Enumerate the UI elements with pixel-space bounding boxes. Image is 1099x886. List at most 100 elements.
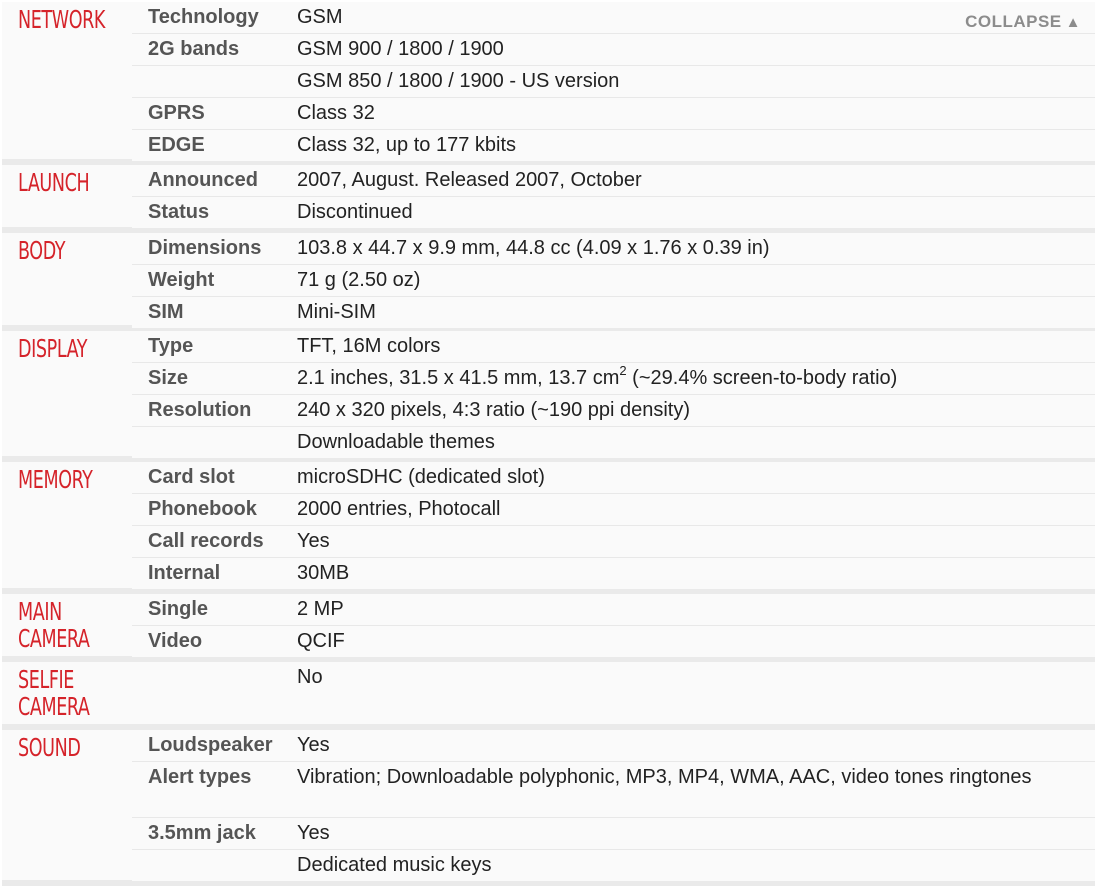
- spec-row: Single 2 MP: [132, 594, 1095, 626]
- spec-label[interactable]: Status: [132, 197, 297, 224]
- spec-value: 2 MP: [297, 598, 344, 620]
- spec-row: GPRS Class 32: [132, 98, 1095, 130]
- spec-value: No: [297, 666, 323, 688]
- section-title: MEMORY: [18, 465, 93, 494]
- spec-value: 2007, August. Released 2007, October: [297, 169, 642, 191]
- spec-row: Status Discontinued: [132, 197, 1095, 228]
- spec-label[interactable]: 3.5mm jack: [132, 818, 297, 845]
- spec-label[interactable]: [132, 850, 297, 853]
- spec-row: GSM 850 / 1800 / 1900 - US version: [132, 66, 1095, 98]
- spec-row: EDGE Class 32, up to 177 kbits: [132, 130, 1095, 161]
- spec-value: 2.1 inches, 31.5 x 41.5 mm, 13.7 cm2 (~2…: [297, 363, 1095, 393]
- spec-label[interactable]: Loudspeaker: [132, 730, 297, 757]
- spec-value: 2000 entries, Photocall: [297, 498, 501, 520]
- spec-label[interactable]: EDGE: [132, 130, 297, 157]
- spec-row: Size 2.1 inches, 31.5 x 41.5 mm, 13.7 cm2…: [132, 363, 1095, 395]
- chevron-up-icon: ▲: [1065, 14, 1081, 31]
- section-title: BODY: [18, 236, 66, 265]
- spec-label[interactable]: Technology: [132, 2, 297, 29]
- section-title: SOUND: [18, 733, 81, 762]
- spec-row: Dedicated music keys: [132, 850, 1095, 881]
- spec-label[interactable]: Internal: [132, 558, 297, 585]
- spec-value: QCIF: [297, 630, 345, 652]
- spec-row: 3.5mm jack Yes: [132, 818, 1095, 850]
- spec-value: Class 32: [297, 102, 375, 124]
- section-launch: LAUNCH Announced 2007, August. Released 20…: [2, 165, 1095, 233]
- spec-label[interactable]: Announced: [132, 165, 297, 192]
- spec-value: GSM 850 / 1800 / 1900 - US version: [297, 70, 620, 92]
- spec-row: Phonebook 2000 entries, Photocall: [132, 494, 1095, 526]
- spec-label[interactable]: Card slot: [132, 462, 297, 489]
- spec-label[interactable]: GPRS: [132, 98, 297, 125]
- section-display: DISPLAY Type TFT, 16M colors Size 2.1 inches…: [2, 331, 1095, 462]
- collapse-label: COLLAPSE: [965, 12, 1062, 31]
- spec-row: Alert types Vibration; Downloadable polyp…: [132, 762, 1095, 818]
- spec-label[interactable]: Single: [132, 594, 297, 621]
- spec-row: Technology GSM: [132, 2, 1095, 34]
- collapse-button[interactable]: COLLAPSE ▲: [965, 12, 1081, 32]
- spec-row: Internal 30MB: [132, 558, 1095, 589]
- spec-value: Downloadable themes: [297, 431, 495, 453]
- spec-row: SIM Mini-SIM: [132, 297, 1095, 328]
- spec-row: Downloadable themes: [132, 427, 1095, 458]
- spec-row: Announced 2007, August. Released 2007, Oc…: [132, 165, 1095, 197]
- spec-row: Type TFT, 16M colors: [132, 331, 1095, 363]
- specs-table: NETWORK Technology GSM 2G bands GSM 900 / 18…: [2, 2, 1095, 886]
- spec-row: Loudspeaker Yes: [132, 730, 1095, 762]
- spec-value: Dedicated music keys: [297, 854, 492, 876]
- spec-value: Mini-SIM: [297, 301, 376, 323]
- spec-row: Video QCIF: [132, 626, 1095, 657]
- spec-label[interactable]: [132, 427, 297, 430]
- spec-value-superscript: 2: [619, 363, 627, 378]
- section-title: SELFIE CAMERA: [18, 665, 90, 721]
- spec-rows: Single 2 MP Video QCIF: [132, 594, 1095, 657]
- spec-label[interactable]: [132, 662, 297, 665]
- section-memory: MEMORY Card slot microSDHC (dedicated slot…: [2, 462, 1095, 594]
- spec-row: Card slot microSDHC (dedicated slot): [132, 462, 1095, 494]
- spec-label[interactable]: SIM: [132, 297, 297, 324]
- spec-label[interactable]: Phonebook: [132, 494, 297, 521]
- spec-label[interactable]: Dimensions: [132, 233, 297, 260]
- section-main-camera: MAIN CAMERA Single 2 MP Video QCIF: [2, 594, 1095, 662]
- spec-value: 30MB: [297, 562, 350, 584]
- spec-label[interactable]: Call records: [132, 526, 297, 553]
- spec-rows: Loudspeaker Yes Alert types Vibration; Down…: [132, 730, 1095, 881]
- spec-value-text: 2.1 inches, 31.5 x 41.5 mm, 13.7 cm: [297, 367, 620, 389]
- spec-row: No: [132, 662, 1095, 693]
- spec-value: Yes: [297, 530, 330, 552]
- section-body: BODY Dimensions 103.8 x 44.7 x 9.9 mm, 44.…: [2, 233, 1095, 331]
- spec-label[interactable]: Resolution: [132, 395, 297, 422]
- spec-label[interactable]: 2G bands: [132, 34, 297, 61]
- spec-rows: Type TFT, 16M colors Size 2.1 inches, 31.5 …: [132, 331, 1095, 458]
- spec-value: 103.8 x 44.7 x 9.9 mm, 44.8 cc (4.09 x 1…: [297, 237, 770, 259]
- section-selfie-camera: SELFIE CAMERA No: [2, 662, 1095, 730]
- spec-label[interactable]: Type: [132, 331, 297, 358]
- spec-label[interactable]: Alert types: [132, 762, 297, 789]
- spec-label[interactable]: [132, 66, 297, 69]
- section-title: LAUNCH: [18, 168, 90, 197]
- spec-rows: Card slot microSDHC (dedicated slot) Phone…: [132, 462, 1095, 589]
- spec-value: TFT, 16M colors: [297, 335, 441, 357]
- spec-value: Vibration; Downloadable polyphonic, MP3,…: [297, 766, 1032, 788]
- spec-value: microSDHC (dedicated slot): [297, 466, 545, 488]
- spec-label[interactable]: Weight: [132, 265, 297, 292]
- spec-value-text-after: (~29.4% screen-to-body ratio): [626, 367, 898, 389]
- spec-row: 2G bands GSM 900 / 1800 / 1900: [132, 34, 1095, 66]
- section-title: MAIN CAMERA: [18, 597, 90, 653]
- spec-rows: Dimensions 103.8 x 44.7 x 9.9 mm, 44.8 cc…: [132, 233, 1095, 328]
- spec-value: 71 g (2.50 oz): [297, 269, 421, 291]
- spec-rows: No: [132, 662, 1095, 693]
- section-network: NETWORK Technology GSM 2G bands GSM 900 / 18…: [2, 2, 1095, 165]
- spec-row: Call records Yes: [132, 526, 1095, 558]
- section-sound: SOUND Loudspeaker Yes Alert types Vibration;…: [2, 730, 1095, 886]
- spec-value: Yes: [297, 734, 330, 756]
- section-title: DISPLAY: [18, 334, 88, 363]
- spec-label[interactable]: Size: [132, 363, 297, 390]
- spec-value: 240 x 320 pixels, 4:3 ratio (~190 ppi de…: [297, 399, 691, 421]
- section-title: NETWORK: [18, 5, 106, 34]
- spec-row: Dimensions 103.8 x 44.7 x 9.9 mm, 44.8 cc…: [132, 233, 1095, 265]
- spec-row: Resolution 240 x 320 pixels, 4:3 ratio (~…: [132, 395, 1095, 427]
- spec-value: Yes: [297, 822, 330, 844]
- spec-value: GSM 900 / 1800 / 1900: [297, 38, 504, 60]
- spec-label[interactable]: Video: [132, 626, 297, 653]
